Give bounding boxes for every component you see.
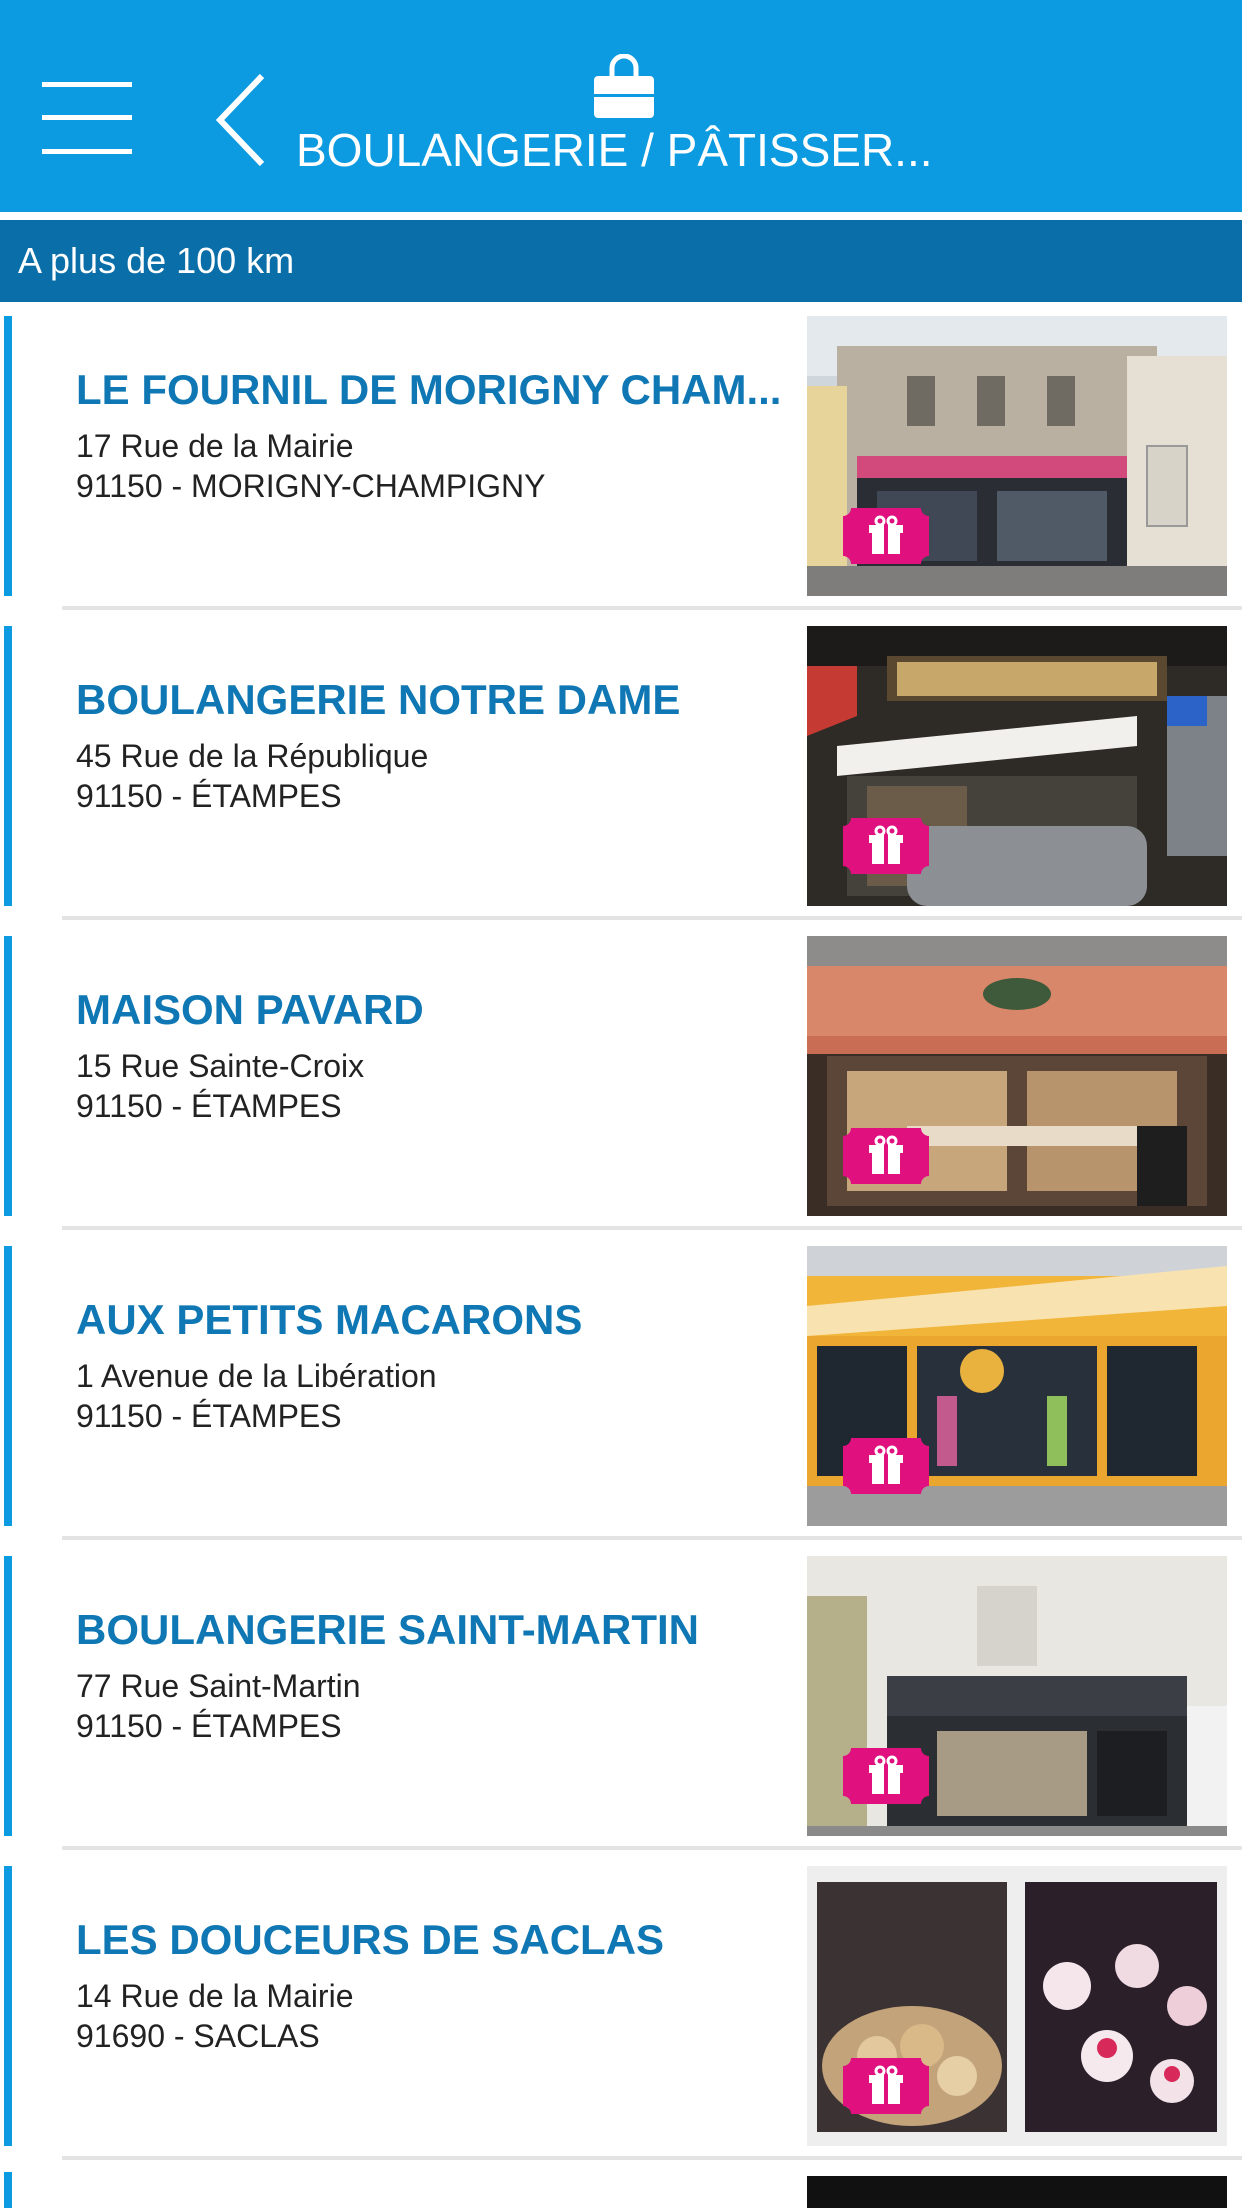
gift-badge-icon [843, 818, 929, 874]
shop-photo [807, 936, 1227, 1216]
shop-city: 91150 - ÉTAMPES [76, 778, 342, 814]
gift-badge-icon [843, 508, 929, 564]
item-accent-bar [4, 1246, 12, 1526]
shop-street: 77 Rue Saint-Martin [76, 1668, 361, 1704]
shop-list-item[interactable]: BOULANGERIE SAINT-MARTIN 77 Rue Saint-Ma… [0, 1550, 1242, 1860]
shop-city: 91150 - MORIGNY-CHAMPIGNY [76, 468, 546, 504]
gift-badge-icon [843, 1128, 929, 1184]
shop-list-item[interactable]: MAISON PAVARD 15 Rue Sainte-Croix 91150 … [0, 930, 1242, 1240]
item-accent-bar [4, 1556, 12, 1836]
shop-street: 17 Rue de la Mairie [76, 428, 354, 464]
shop-list-item[interactable]: LE FOURNIL DE MORIGNY CHAM... 17 Rue de … [0, 310, 1242, 620]
shop-street: 1 Avenue de la Libération [76, 1358, 437, 1394]
shop-city: 91150 - ÉTAMPES [76, 1088, 342, 1124]
shop-name: BOULANGERIE NOTRE DAME [76, 676, 681, 723]
shop-name: LE FOURNIL DE MORIGNY CHAM... [76, 366, 782, 413]
menu-icon[interactable] [42, 82, 132, 154]
page-title: BOULANGERIE / PÂTISSER... [296, 124, 933, 176]
shop-list-item[interactable]: LES DOUCEURS DE SACLAS 14 Rue de la Mair… [0, 1860, 1242, 2170]
shop-street: 45 Rue de la République [76, 738, 429, 774]
shop-city: 91150 - ÉTAMPES [76, 1708, 342, 1744]
distance-section-header: A plus de 100 km [0, 220, 1242, 302]
item-accent-bar [4, 936, 12, 1216]
list-divider [62, 916, 1242, 920]
shop-photo [807, 1866, 1227, 2146]
header-separator [0, 212, 1242, 220]
gift-badge-icon [843, 1438, 929, 1494]
shop-city: 91690 - SACLAS [76, 2018, 320, 2054]
shopping-bag-icon [590, 53, 658, 120]
shop-photo [807, 1246, 1227, 1526]
list-divider [62, 1536, 1242, 1540]
shop-name: LES DOUCEURS DE SACLAS [76, 1916, 665, 1963]
list-divider [62, 2156, 1242, 2160]
list-divider [62, 1226, 1242, 1230]
back-icon[interactable] [210, 72, 280, 168]
shop-photo [807, 626, 1227, 906]
item-accent-bar [4, 1866, 12, 2146]
list-divider [62, 606, 1242, 610]
list-divider [62, 1846, 1242, 1850]
shop-street: 14 Rue de la Mairie [76, 1978, 354, 2014]
item-accent-bar [4, 626, 12, 906]
gift-badge-icon [843, 1748, 929, 1804]
shop-name: BOULANGERIE SAINT-MARTIN [76, 1606, 699, 1653]
shop-list-item[interactable]: AUX PETITS MACARONS 1 Avenue de la Libér… [0, 1240, 1242, 1550]
shop-list-item[interactable]: BOULANGERIE NOTRE DAME 45 Rue de la Répu… [0, 620, 1242, 930]
shop-photo [807, 1556, 1227, 1836]
item-accent-bar [4, 2172, 12, 2208]
shop-photo[interactable] [807, 2176, 1227, 2208]
shop-name: MAISON PAVARD [76, 986, 424, 1033]
shop-name: AUX PETITS MACARONS [76, 1296, 583, 1343]
shop-street: 15 Rue Sainte-Croix [76, 1048, 365, 1084]
item-accent-bar [4, 316, 12, 596]
shop-photo [807, 316, 1227, 596]
shop-city: 91150 - ÉTAMPES [76, 1398, 342, 1434]
gift-badge-icon [843, 2058, 929, 2114]
app-header: BOULANGERIE / PÂTISSER... [0, 0, 1242, 212]
